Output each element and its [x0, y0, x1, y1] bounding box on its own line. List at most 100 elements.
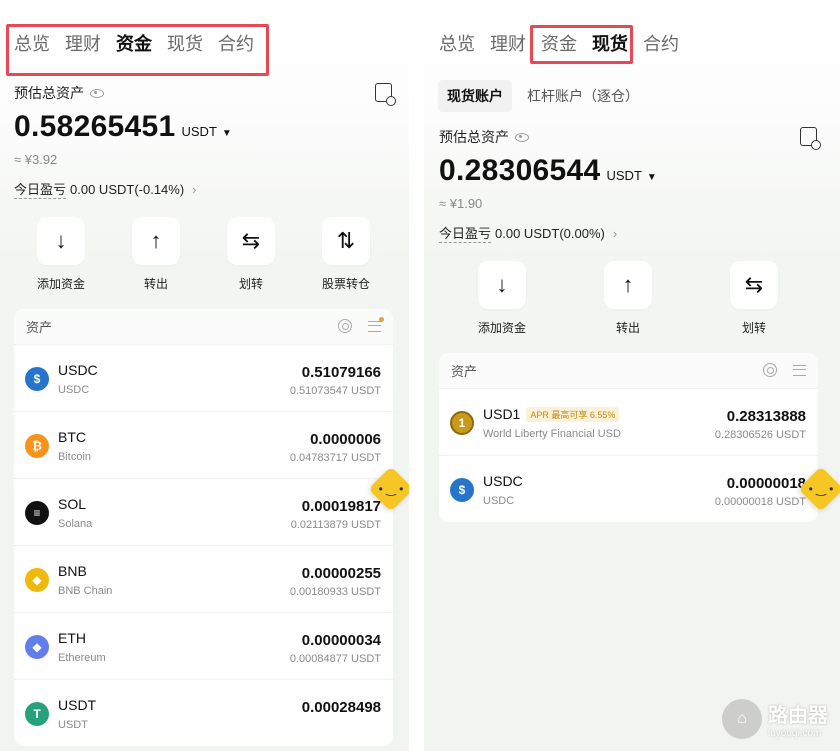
asset-symbol-text: USD1: [483, 406, 521, 422]
hide-small-icon[interactable]: [338, 319, 352, 333]
hide-small-icon[interactable]: [763, 363, 777, 377]
today-pnl[interactable]: 今日盈亏 0.00 USDT(0.00%) ›: [439, 223, 617, 243]
asset-name: Solana: [58, 518, 93, 530]
asset-name: Ethereum: [58, 652, 106, 664]
assets-card-title: 资产: [451, 364, 478, 379]
arrow-up-icon: ↑: [604, 261, 652, 309]
asset-amount: 0.28313888: [726, 408, 806, 425]
balance-value: 0.28306544: [439, 154, 601, 187]
assets-card-header: 资产: [439, 353, 818, 389]
usdc-coin-icon: $: [25, 367, 49, 391]
asset-row[interactable]: ≡ SOL Solana 0.00019817 0.02113879 USDT: [14, 479, 393, 546]
tab-futures[interactable]: 合约: [643, 30, 679, 56]
asset-amount: 0.00019817: [301, 498, 381, 515]
tab-earn[interactable]: 理财: [490, 30, 526, 56]
asset-symbol: SOL: [58, 496, 87, 512]
asset-row[interactable]: $ USDC USDC 0.51079166 0.51073547 USDT: [14, 345, 393, 412]
assets-card: 资产 1 USD1 APR 最高可享 6.55% World Liberty F…: [439, 353, 818, 522]
asset-symbol: USDC: [58, 362, 98, 378]
pnl-label: 今日盈亏: [14, 179, 67, 199]
asset-row[interactable]: ◆ BNB BNB Chain 0.00000255 0.00180933 US…: [14, 546, 393, 613]
transfer-icon: ⇆: [730, 261, 778, 309]
usdc-coin-icon: $: [450, 478, 474, 502]
action-label: 添加资金: [477, 321, 526, 335]
menu-icon[interactable]: [793, 364, 806, 376]
estimated-assets-label: 预估总资产: [439, 127, 529, 147]
usdt-coin-icon: T: [25, 702, 49, 726]
assistant-bot-button[interactable]: • ‿ •: [368, 466, 409, 512]
notification-dot: [379, 316, 384, 322]
pnl-value: 0.00 USDT(0.00%): [495, 225, 605, 241]
stock-transfer-button[interactable]: ⇅ 股票转仓: [316, 217, 376, 292]
watermark: ⌂ 路由器 luyouqi.com: [722, 699, 828, 739]
asset-usd-value: 0.04783717 USDT: [289, 452, 381, 464]
estimated-assets-text: 预估总资产: [14, 85, 84, 101]
subtab-margin-account[interactable]: 杠杆账户（逐仓）: [518, 80, 648, 112]
asset-name: World Liberty Financial USD: [483, 428, 621, 440]
add-funds-button[interactable]: ↓ 添加资金: [31, 217, 91, 292]
action-label: 划转: [238, 277, 263, 291]
withdraw-button[interactable]: ↑ 转出: [126, 217, 186, 292]
eye-icon[interactable]: [515, 132, 529, 142]
asset-name: BNB Chain: [58, 585, 113, 597]
arrow-down-icon: ↓: [478, 261, 526, 309]
account-subtabs: 现货账户 杠杆账户（逐仓）: [438, 80, 654, 112]
eye-icon[interactable]: [90, 88, 104, 98]
router-logo-icon: ⌂: [722, 699, 762, 739]
total-balance: 0.58265451 USDT ▼: [14, 110, 232, 144]
asset-usd-value: 0.00000018 USDT: [714, 496, 806, 508]
panel-divider: [409, 0, 424, 751]
estimated-assets-text: 预估总资产: [439, 129, 509, 145]
asset-usd-value: 0.51073547 USDT: [289, 385, 381, 397]
chevron-right-icon: ›: [612, 225, 618, 241]
smiley-icon: • ‿ •: [378, 482, 404, 496]
asset-amount: 0.0000006: [310, 431, 381, 448]
asset-amount: 0.00000255: [301, 565, 381, 582]
right-panel-spot: 总览 理财 资金 现货 合约 现货账户 杠杆账户（逐仓） 预估总资产 0.283…: [424, 0, 840, 751]
transfer-button[interactable]: ⇆ 划转: [221, 217, 281, 292]
asset-row[interactable]: ₿ BTC Bitcoin 0.0000006 0.04783717 USDT: [14, 412, 393, 479]
asset-amount: 0.00028498: [301, 699, 381, 716]
assistant-bot-button[interactable]: • ‿ •: [798, 466, 840, 512]
apr-badge[interactable]: APR 最高可享 6.55%: [526, 406, 620, 422]
chevron-right-icon: ›: [192, 181, 197, 197]
cny-value: ≈ ¥3.92: [14, 152, 58, 167]
subtab-spot-account[interactable]: 现货账户: [438, 80, 512, 112]
unit-selector[interactable]: USDT: [607, 168, 642, 183]
asset-name: Bitcoin: [58, 451, 92, 463]
asset-symbol: ETH: [58, 630, 86, 646]
action-label: 划转: [741, 321, 766, 335]
asset-row[interactable]: T USDT USDT 0.00028498: [14, 680, 393, 746]
left-panel-funding: 总览 理财 资金 现货 合约 预估总资产 0.58265451 USDT ▼ ≈…: [0, 0, 409, 751]
smiley-icon: • ‿ •: [808, 482, 834, 496]
menu-icon[interactable]: [368, 316, 384, 332]
asset-symbol: USDC: [483, 473, 523, 489]
screenshot-root: 总览 理财 资金 现货 合约 预估总资产 0.58265451 USDT ▼ ≈…: [0, 0, 840, 751]
arrow-down-icon: ↓: [37, 217, 85, 265]
transfer-button[interactable]: ⇆ 划转: [724, 261, 784, 336]
asset-row[interactable]: 1 USD1 APR 最高可享 6.55% World Liberty Fina…: [439, 389, 818, 456]
usd1-coin-icon: 1: [450, 411, 474, 435]
asset-symbol: USD1 APR 最高可享 6.55%: [483, 406, 620, 422]
cny-value: ≈ ¥1.90: [439, 196, 483, 211]
add-funds-button[interactable]: ↓ 添加资金: [472, 261, 532, 336]
tab-overview[interactable]: 总览: [439, 30, 475, 56]
asset-amount: 0.00000018: [726, 475, 806, 492]
today-pnl[interactable]: 今日盈亏 0.00 USDT(-0.14%) ›: [14, 179, 197, 199]
asset-row[interactable]: $ USDC USDC 0.00000018 0.00000018 USDT: [439, 456, 818, 522]
asset-name: USDT: [58, 719, 88, 731]
pnl-value: 0.00 USDT(-0.14%): [70, 181, 185, 197]
withdraw-button[interactable]: ↑ 转出: [598, 261, 658, 336]
watermark-title: 路由器: [768, 705, 828, 727]
assets-card: 资产 $ USDC USDC 0.51079166 0.51073547 USD…: [14, 309, 393, 746]
assets-card-header: 资产: [14, 309, 393, 345]
asset-row[interactable]: ◆ ETH Ethereum 0.00000034 0.00084877 USD…: [14, 613, 393, 680]
stock-transfer-icon: ⇅: [322, 217, 370, 265]
history-icon[interactable]: [375, 83, 396, 106]
caret-down-icon[interactable]: ▼: [222, 128, 232, 139]
history-icon[interactable]: [800, 127, 821, 150]
caret-down-icon[interactable]: ▼: [647, 172, 657, 183]
unit-selector[interactable]: USDT: [182, 124, 217, 139]
eth-coin-icon: ◆: [25, 635, 49, 659]
asset-name: USDC: [483, 495, 515, 507]
